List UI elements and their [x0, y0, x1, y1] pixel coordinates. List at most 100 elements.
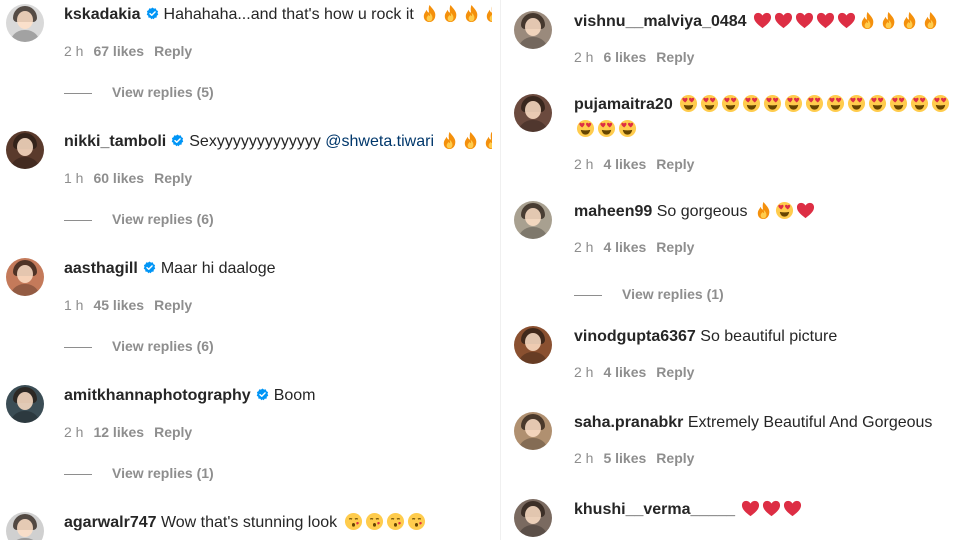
fire-emoji-icon — [486, 131, 492, 150]
avatar[interactable] — [514, 11, 552, 49]
reply-button[interactable]: Reply — [656, 156, 694, 172]
comment-meta: 2 h 12 likes Reply — [64, 424, 202, 440]
view-replies-label[interactable]: View replies (5) — [112, 84, 214, 100]
comment-body: So gorgeous — [656, 203, 748, 220]
comment-timestamp: 1 h — [64, 297, 84, 313]
heart-eyes-emoji-icon — [764, 94, 782, 113]
fire-emoji-icon — [757, 201, 770, 220]
comment-username[interactable]: vinodgupta6367 — [574, 328, 696, 345]
reply-button[interactable]: Reply — [154, 297, 192, 313]
reply-button[interactable]: Reply — [154, 170, 192, 186]
avatar-face-shape — [525, 333, 541, 351]
replies-divider-line — [64, 473, 92, 475]
avatar-face-shape — [525, 419, 541, 437]
avatar[interactable] — [514, 94, 552, 132]
comment-like-count[interactable]: 60 likes — [93, 170, 144, 186]
comment-body: Extremely Beautiful And Gorgeous — [687, 414, 933, 431]
comment-meta: 2 h 4 likes Reply — [574, 156, 704, 172]
comment-like-count[interactable]: 45 likes — [93, 297, 144, 313]
fire-emoji-icon — [882, 11, 895, 30]
avatar[interactable] — [514, 326, 552, 364]
comment-like-count[interactable]: 67 likes — [93, 43, 144, 59]
fire-emoji-icon — [924, 11, 937, 30]
comment-like-count[interactable]: 5 likes — [603, 450, 646, 466]
column-divider — [500, 0, 501, 540]
comment-meta: 2 h 5 likes Reply — [574, 450, 704, 466]
comment-username[interactable]: vishnu__malviya_0484 — [574, 13, 747, 30]
view-replies-label[interactable]: View replies (1) — [622, 286, 724, 302]
comment-like-count[interactable]: 4 likes — [603, 239, 646, 255]
avatar[interactable] — [6, 131, 44, 169]
reply-button[interactable]: Reply — [656, 364, 694, 380]
view-replies-button[interactable]: View replies (6) — [64, 338, 214, 354]
avatar[interactable] — [514, 499, 552, 537]
comment-username[interactable]: aasthagill — [64, 260, 138, 277]
avatar[interactable] — [6, 512, 44, 540]
heart-eyes-emoji-icon — [890, 94, 908, 113]
comment-body: So beautiful picture — [700, 328, 838, 345]
replies-divider-line — [64, 346, 92, 348]
comment-timestamp: 2 h — [574, 239, 594, 255]
comments-column-left: kskadakia Hahahaha...and that's how u roc… — [0, 0, 492, 540]
avatar[interactable] — [6, 385, 44, 423]
avatar-body-shape — [10, 30, 40, 42]
comment-like-count[interactable]: 4 likes — [603, 364, 646, 380]
comment-like-count[interactable]: 4 likes — [603, 156, 646, 172]
comment-username[interactable]: khushi__verma_____ — [574, 501, 735, 518]
comment-text-line: pujamaitra20 — [574, 94, 950, 116]
heart-eyes-emoji-icon — [743, 94, 761, 113]
fire-emoji-icon — [465, 131, 477, 150]
reply-button[interactable]: Reply — [656, 239, 694, 255]
comment-timestamp: 2 h — [64, 43, 84, 59]
comment-text-line: khushi__verma_____ — [574, 499, 802, 521]
avatar[interactable] — [514, 201, 552, 239]
view-replies-button[interactable]: View replies (5) — [64, 84, 214, 100]
comment-like-count[interactable]: 6 likes — [603, 49, 646, 65]
comment-text-line: vinodgupta6367 So beautiful picture — [574, 326, 837, 348]
heart-eyes-emoji-icon — [848, 94, 866, 113]
comment-username[interactable]: nikki_tamboli — [64, 133, 166, 150]
red-heart-emoji-icon — [837, 12, 856, 29]
comment-mention-link[interactable]: @shweta.tiwari — [325, 133, 434, 150]
comment-timestamp: 1 h — [64, 170, 84, 186]
comment-username[interactable]: pujamaitra20 — [574, 96, 673, 113]
avatar-body-shape — [518, 37, 548, 49]
comment-username[interactable]: maheen99 — [574, 203, 652, 220]
kissing-face-emoji-icon — [365, 512, 383, 531]
avatar[interactable] — [514, 412, 552, 450]
reply-button[interactable]: Reply — [154, 43, 192, 59]
reply-button[interactable]: Reply — [154, 424, 192, 440]
heart-eyes-emoji-icon — [869, 94, 887, 113]
reply-button[interactable]: Reply — [656, 49, 694, 65]
verified-badge-icon — [256, 388, 268, 401]
view-replies-button[interactable]: View replies (6) — [64, 211, 214, 227]
comment-text-line-2 — [574, 119, 637, 141]
comment-username[interactable]: amitkhannaphotography — [64, 387, 251, 404]
avatar[interactable] — [6, 4, 44, 42]
avatar-face-shape — [17, 265, 33, 283]
comment-username[interactable]: kskadakia — [64, 6, 141, 23]
heart-eyes-emoji-icon — [701, 94, 719, 113]
avatar-body-shape — [518, 227, 548, 239]
view-replies-button[interactable]: View replies (1) — [64, 465, 214, 481]
avatar[interactable] — [6, 258, 44, 296]
avatar-face-shape — [17, 138, 33, 156]
view-replies-label[interactable]: View replies (6) — [112, 338, 214, 354]
view-replies-label[interactable]: View replies (1) — [112, 465, 214, 481]
view-replies-label[interactable]: View replies (6) — [112, 211, 214, 227]
reply-button[interactable]: Reply — [656, 450, 694, 466]
comment-body: Maar hi daaloge — [160, 260, 276, 277]
avatar-face-shape — [525, 101, 541, 119]
view-replies-button[interactable]: View replies (1) — [574, 286, 724, 302]
comment-like-count[interactable]: 12 likes — [93, 424, 144, 440]
comment-username[interactable]: agarwalr747 — [64, 514, 157, 531]
heart-eyes-emoji-icon — [597, 119, 616, 138]
avatar-body-shape — [518, 438, 548, 450]
fire-emoji-icon — [466, 4, 478, 23]
comment-username[interactable]: saha.pranabkr — [574, 414, 683, 431]
comment-text-line: agarwalr747 Wow that's stunning look — [64, 512, 426, 534]
avatar-body-shape — [518, 525, 548, 537]
avatar-body-shape — [10, 284, 40, 296]
comment-text-line: maheen99 So gorgeous — [574, 201, 815, 223]
comment-text-line: amitkhannaphotography Boom — [64, 385, 315, 407]
